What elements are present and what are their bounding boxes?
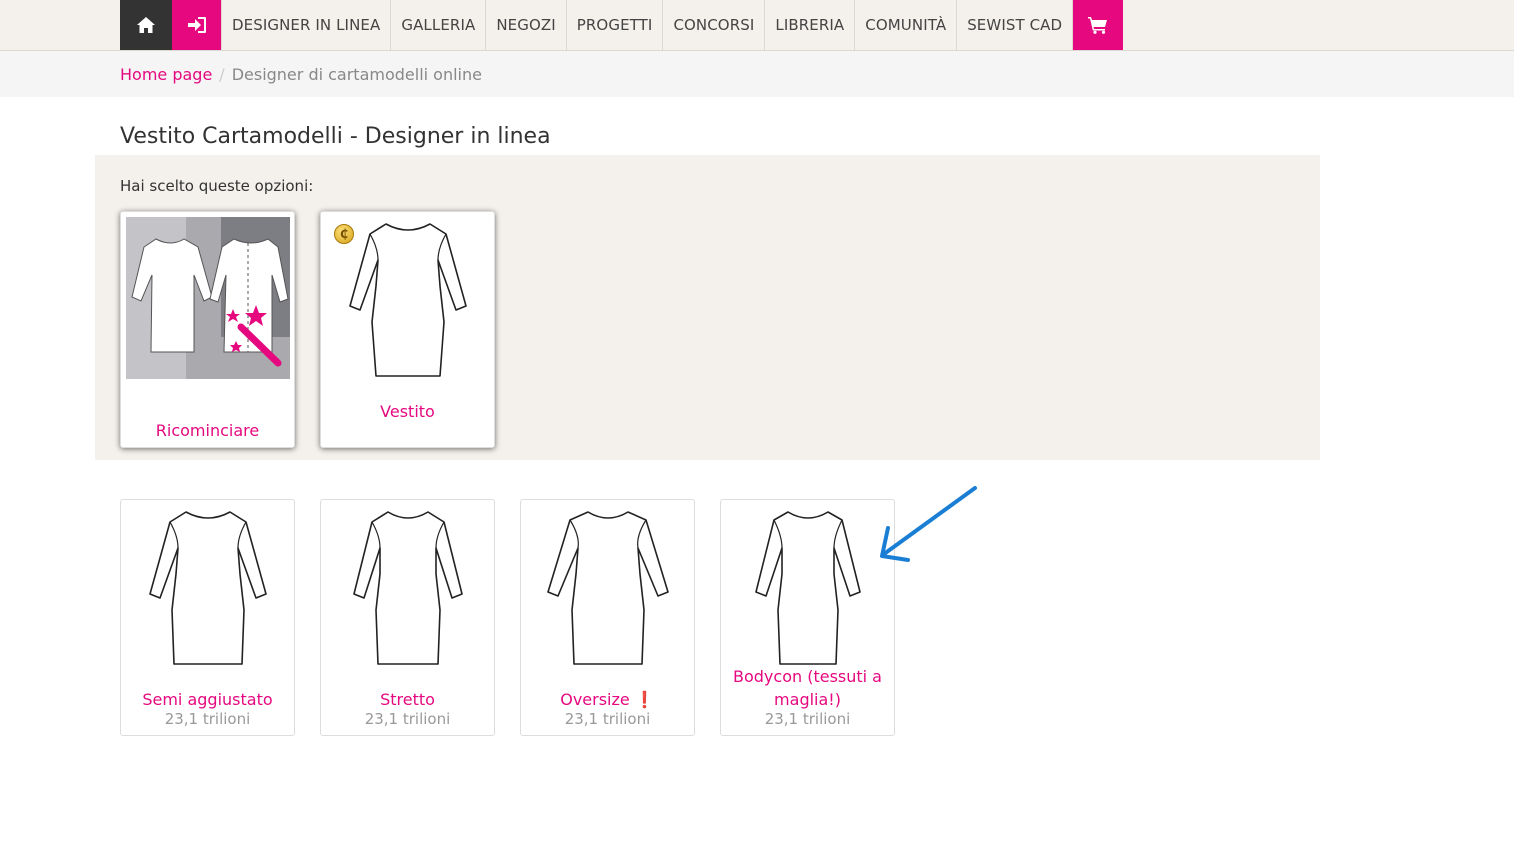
dress-icon bbox=[349, 223, 467, 377]
breadcrumb-separator: / bbox=[219, 65, 225, 84]
nav-sewist-cad[interactable]: SEWIST CAD bbox=[957, 0, 1074, 50]
chosen-card-vestito-title: Vestito bbox=[380, 402, 435, 421]
annotation-arrow-icon bbox=[880, 486, 977, 562]
nav-login-button[interactable] bbox=[172, 0, 222, 50]
nav-progetti[interactable]: PROGETTI bbox=[567, 0, 664, 50]
nav-cart-button[interactable] bbox=[1073, 0, 1124, 50]
option-title: Stretto bbox=[380, 690, 435, 709]
nav-galleria[interactable]: GALLERIA bbox=[391, 0, 487, 50]
chosen-card-vestito[interactable]: ₵ Vestito bbox=[320, 211, 495, 448]
nav-negozi[interactable]: NEGOZI bbox=[486, 0, 567, 50]
nav-concorsi[interactable]: CONCORSI bbox=[663, 0, 766, 50]
shopping-cart-icon bbox=[1088, 17, 1108, 34]
option-title: Bodycon (tessuti a maglia!) bbox=[733, 667, 882, 709]
option-card-bodycon[interactable]: Bodycon (tessuti a maglia!) 23,1 trilion… bbox=[720, 499, 895, 736]
breadcrumb-current: Designer di cartamodelli online bbox=[231, 65, 482, 84]
dress-fitted-icon bbox=[353, 511, 463, 665]
option-count: 23,1 trilioni bbox=[364, 710, 451, 728]
page-title: Vestito Cartamodelli - Designer in linea bbox=[120, 124, 551, 149]
main-nav: DESIGNER IN LINEA GALLERIA NEGOZI PROGET… bbox=[120, 0, 1124, 50]
nav-designer-in-linea[interactable]: DESIGNER IN LINEA bbox=[222, 0, 392, 50]
nav-home-button[interactable] bbox=[120, 0, 172, 50]
chosen-options-panel: Hai scelto queste opzioni: Ricominciare … bbox=[95, 155, 1320, 460]
option-count: 23,1 trilioni bbox=[564, 710, 651, 728]
option-card-semi-aggiustato[interactable]: Semi aggiustato 23,1 trilioni bbox=[120, 499, 295, 736]
breadcrumb-home-link[interactable]: Home page bbox=[120, 65, 212, 84]
dress-bodycon-icon bbox=[755, 511, 861, 665]
nav-comunita[interactable]: COMUNITÀ bbox=[855, 0, 958, 50]
home-icon bbox=[137, 17, 155, 33]
option-title: Semi aggiustato bbox=[142, 690, 273, 709]
restart-image bbox=[126, 217, 290, 379]
dress-semi-fitted-icon bbox=[149, 511, 267, 665]
chosen-options-label: Hai scelto queste opzioni: bbox=[120, 177, 314, 195]
dress-oversize-icon bbox=[547, 511, 669, 665]
restart-card-title: Ricominciare bbox=[155, 421, 260, 440]
option-count: 23,1 trilioni bbox=[764, 710, 851, 728]
option-title: Oversize bbox=[560, 690, 630, 709]
top-navbar: DESIGNER IN LINEA GALLERIA NEGOZI PROGET… bbox=[0, 0, 1514, 51]
option-card-stretto[interactable]: Stretto 23,1 trilioni bbox=[320, 499, 495, 736]
option-count: 23,1 trilioni bbox=[164, 710, 251, 728]
option-card-oversize[interactable]: Oversize ❗ 23,1 trilioni bbox=[520, 499, 695, 736]
warning-exclamation-icon: ❗ bbox=[634, 690, 655, 709]
restart-card[interactable]: Ricominciare bbox=[120, 211, 295, 448]
sign-in-icon bbox=[187, 17, 206, 33]
breadcrumb-bar: Home page / Designer di cartamodelli onl… bbox=[0, 51, 1514, 97]
breadcrumb: Home page / Designer di cartamodelli onl… bbox=[120, 65, 482, 84]
option-title-wrapper: Oversize ❗ bbox=[525, 688, 690, 711]
nav-libreria[interactable]: LIBRERIA bbox=[765, 0, 856, 50]
